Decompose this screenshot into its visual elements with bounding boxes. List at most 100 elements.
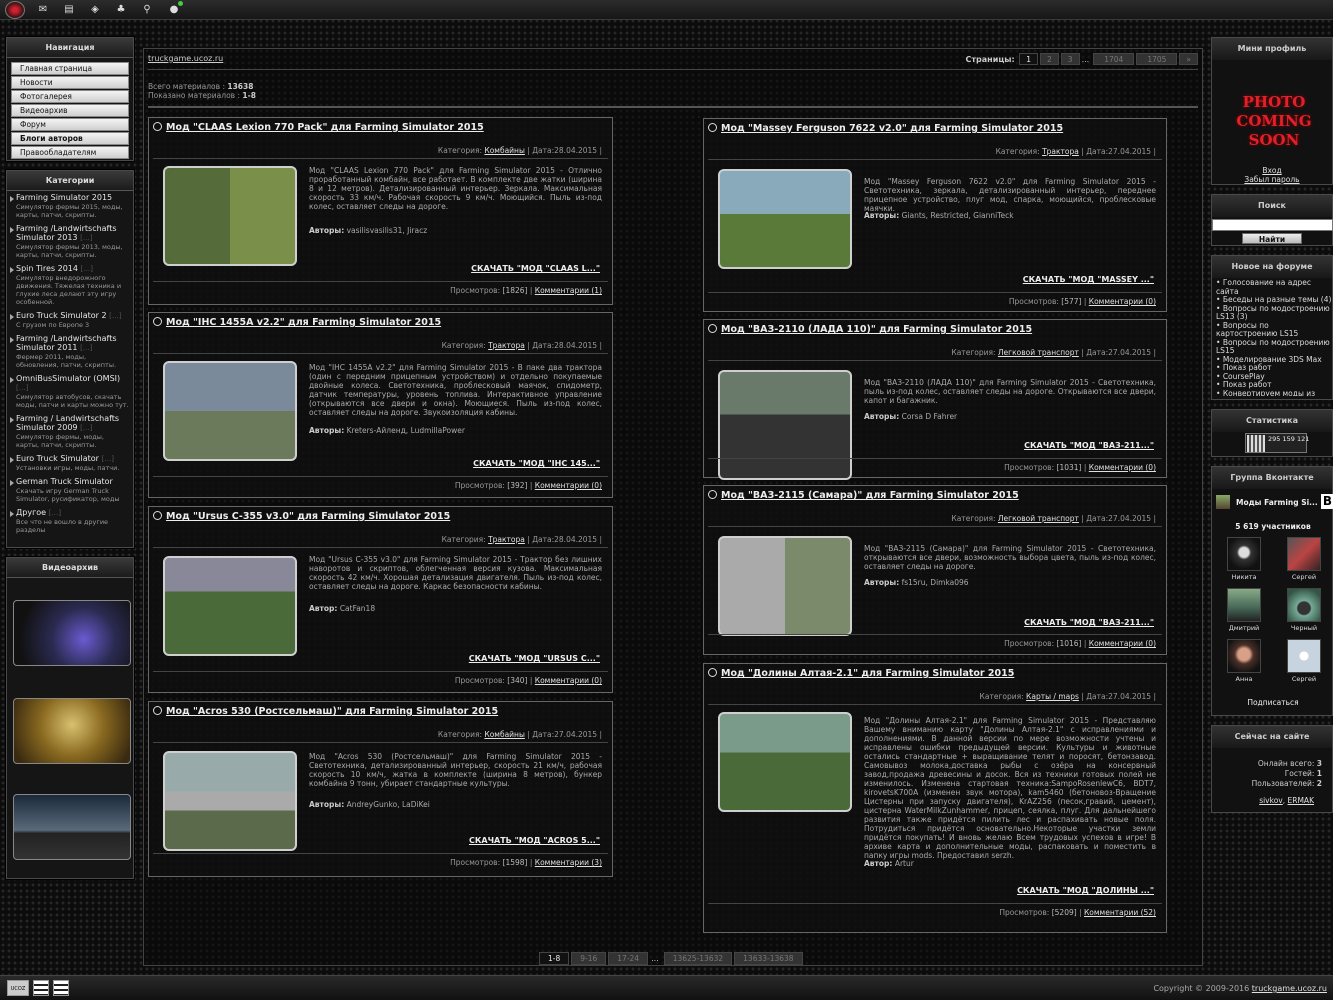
- entry-image[interactable]: [163, 751, 297, 851]
- vk-group-name[interactable]: Моды Farming Si...: [1236, 498, 1318, 507]
- site-link[interactable]: truckgame.ucoz.ru: [148, 54, 223, 63]
- forum-topic-link[interactable]: • Вопросы по модострое­нию LS13 (3): [1212, 304, 1332, 322]
- range-button[interactable]: 17-24: [608, 952, 649, 965]
- category-item[interactable]: Euro Truck Simulator […] Установки игры, …: [7, 452, 133, 475]
- page-button[interactable]: 1705: [1136, 53, 1178, 65]
- video-thumbnail[interactable]: [13, 698, 131, 764]
- forgot-password-link[interactable]: Забыл пароль: [1212, 175, 1332, 184]
- document-icon[interactable]: ▤: [63, 4, 75, 16]
- category-name[interactable]: Farming /Landwirtschafts Simulator 2013: [16, 224, 117, 242]
- forum-topic-link[interactable]: • Вопросы по модостроению LS15: [1212, 338, 1332, 356]
- comments-link[interactable]: Комментарии (52): [1084, 908, 1156, 917]
- nav-item-video[interactable]: Видеоархив: [11, 104, 129, 117]
- category-name[interactable]: Farming /Landwirtschafts Simulator 2011: [16, 334, 117, 352]
- entry-category-link[interactable]: Трактора: [488, 535, 525, 544]
- video-thumbnail[interactable]: [13, 794, 131, 860]
- category-item[interactable]: Farming / Landwirtschafts Simulator 2009…: [7, 412, 133, 452]
- category-item[interactable]: German Truck Simulator Скачать игру Germ…: [7, 475, 133, 506]
- search-button[interactable]: Найти: [1242, 233, 1302, 244]
- category-name[interactable]: Spin Tires 2014: [16, 264, 78, 273]
- entry-title[interactable]: Мод "ВАЗ-2115 (Самара)" для Farming Simu…: [708, 490, 1019, 501]
- category-name[interactable]: Euro Truck Simulator 2: [16, 311, 107, 320]
- download-link[interactable]: СКАЧАТЬ "МОД "ДОЛИНЫ ...": [1017, 886, 1154, 895]
- counter-badge[interactable]: UCOZ: [7, 980, 29, 996]
- page-next-button[interactable]: »: [1179, 53, 1198, 65]
- comments-link[interactable]: Комментарии (0): [1089, 639, 1156, 648]
- footer-site-link[interactable]: truckgame.ucoz.ru: [1252, 984, 1327, 993]
- page-button[interactable]: 3: [1060, 53, 1080, 65]
- category-name[interactable]: Euro Truck Simulator: [16, 454, 99, 463]
- entry-category-link[interactable]: Трактора: [1042, 147, 1079, 156]
- entry-category-link[interactable]: Карты / maps: [1026, 692, 1079, 701]
- nav-item-forum[interactable]: Форум: [11, 118, 129, 131]
- page-button[interactable]: 2: [1040, 53, 1059, 65]
- vk-member[interactable]: Никита: [1224, 537, 1264, 581]
- entry-title[interactable]: Мод "Massey Ferguson 7622 v2.0" для Farm…: [708, 123, 1063, 134]
- forum-topic-link[interactable]: • Голосование на адрес сайта: [1212, 278, 1332, 296]
- nav-item-news[interactable]: Новости: [11, 76, 129, 89]
- comments-link[interactable]: Комментарии (0): [1089, 463, 1156, 472]
- hit-counter[interactable]: 295 159 121: [1245, 433, 1309, 453]
- range-button[interactable]: 13625-13632: [663, 952, 733, 965]
- category-item[interactable]: Farming /Landwirtschafts Simulator 2011 …: [7, 332, 133, 372]
- vk-member[interactable]: Сергей: [1284, 639, 1324, 683]
- download-link[interactable]: СКАЧАТЬ "МОД "ВАЗ-211...": [1024, 441, 1154, 450]
- entry-category-link[interactable]: Легковой транспорт: [998, 348, 1079, 357]
- entry-image[interactable]: [163, 361, 297, 461]
- nav-item-blogs[interactable]: Блоги авторов: [11, 132, 129, 145]
- category-item[interactable]: OmniBusSimulator (OMSI) […] Симулятор авт…: [7, 372, 133, 412]
- vk-member[interactable]: Анна: [1224, 639, 1264, 683]
- download-link[interactable]: СКАЧАТЬ "МОД "IHC 145...": [473, 459, 600, 468]
- category-name[interactable]: German Truck Simulator: [16, 477, 113, 486]
- vk-member[interactable]: Черный: [1284, 588, 1324, 632]
- download-link[interactable]: СКАЧАТЬ "МОД "MASSEY ...": [1023, 275, 1154, 284]
- entry-image[interactable]: [718, 370, 852, 480]
- site-logo-icon[interactable]: [5, 1, 25, 19]
- entry-image[interactable]: [718, 536, 852, 636]
- entry-category-link[interactable]: Комбайны: [484, 730, 525, 739]
- nav-item-rights[interactable]: Правообладателям: [11, 146, 129, 159]
- page-button[interactable]: 1: [1019, 53, 1039, 65]
- vk-member[interactable]: Сергей: [1284, 537, 1324, 581]
- range-button[interactable]: 1-8: [539, 952, 570, 965]
- entry-title[interactable]: Мод "ВАЗ-2110 (ЛАДА 110)" для Farming Si…: [708, 324, 1032, 335]
- online-user[interactable]: sivkov: [1259, 796, 1283, 805]
- entry-title[interactable]: Мод "Долины Алтая-2.1" для Farming Simul…: [708, 668, 1014, 679]
- category-item[interactable]: Другое […] Все что не вошло в другие разд…: [7, 506, 133, 537]
- category-name[interactable]: Farming / Landwirtschafts Simulator 2009: [16, 414, 119, 432]
- download-link[interactable]: СКАЧАТЬ "МОД "URSUS C...": [469, 654, 600, 663]
- nav-item-photos[interactable]: Фотогалерея: [11, 90, 129, 103]
- comments-link[interactable]: Комментарии (3): [535, 858, 602, 867]
- video-thumbnail[interactable]: [13, 600, 131, 666]
- category-name[interactable]: Другое: [16, 508, 46, 517]
- entry-title[interactable]: Мод "Acros 530 (Ростсельмаш)" для Farmin…: [153, 706, 498, 717]
- entry-title[interactable]: Мод "IHC 1455A v2.2" для Farming Simulat…: [153, 317, 441, 328]
- category-name[interactable]: Farming Simulator 2015: [16, 193, 112, 202]
- bell-icon[interactable]: ♣: [115, 4, 127, 16]
- entry-title[interactable]: Мод "CLAAS Lexion 770 Pack" для Farming …: [153, 122, 484, 133]
- entry-category-link[interactable]: Трактора: [488, 341, 525, 350]
- download-link[interactable]: СКАЧАТЬ "МОД "ВАЗ-211...": [1024, 618, 1154, 627]
- chat-icon[interactable]: ◈: [89, 4, 101, 16]
- page-button[interactable]: 1704: [1093, 53, 1135, 65]
- comments-link[interactable]: Комментарии (0): [535, 481, 602, 490]
- comments-link[interactable]: Комментарии (1): [535, 286, 602, 295]
- online-user[interactable]: ERMAK: [1288, 796, 1314, 805]
- comments-link[interactable]: Комментарии (0): [535, 676, 602, 685]
- download-link[interactable]: СКАЧАТЬ "МОД "CLAAS L...": [471, 264, 600, 273]
- category-item[interactable]: Farming /Landwirtschafts Simulator 2013 …: [7, 222, 133, 262]
- mail-icon[interactable]: ✉: [37, 4, 49, 16]
- login-link[interactable]: Вход: [1212, 166, 1332, 175]
- category-name[interactable]: OmniBusSimulator (OMSI): [16, 374, 120, 383]
- counter-badge[interactable]: [53, 980, 69, 996]
- entry-category-link[interactable]: Легковой транспорт: [998, 514, 1079, 523]
- forum-topic-link[interactable]: • Вопросы по картостроению LS15: [1212, 321, 1332, 339]
- download-link[interactable]: СКАЧАТЬ "МОД "ACROS 5...": [469, 836, 600, 845]
- entry-title[interactable]: Мод "Ursus C-355 v3.0" для Farming Simul…: [153, 511, 450, 522]
- vk-member[interactable]: Дмитрий: [1224, 588, 1264, 632]
- forum-topic-link[interactable]: • Конвертируем моды из LS13 в LS15: [1212, 389, 1332, 396]
- category-item[interactable]: Euro Truck Simulator 2 […] С грузом по Ев…: [7, 309, 133, 332]
- range-button[interactable]: 13633-13638: [734, 952, 803, 965]
- search-input[interactable]: [1212, 219, 1333, 231]
- nav-item-home[interactable]: Главная страница: [11, 62, 129, 75]
